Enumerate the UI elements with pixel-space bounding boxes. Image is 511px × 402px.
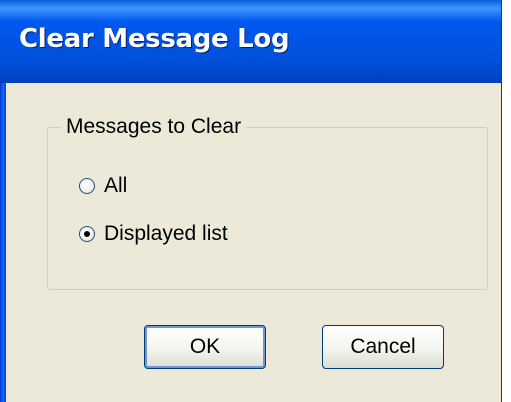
clear-message-log-dialog: Clear Message Log Messages to Clear All … bbox=[0, 0, 502, 402]
radio-selected-dot bbox=[84, 231, 90, 237]
radio-displayed-list-button[interactable] bbox=[79, 226, 95, 242]
group-label: Messages to Clear bbox=[61, 115, 247, 139]
radio-all-button[interactable] bbox=[79, 178, 95, 194]
title-bar[interactable]: Clear Message Log bbox=[0, 0, 501, 83]
radio-option-displayed-list[interactable]: Displayed list bbox=[79, 220, 228, 248]
cancel-button[interactable]: Cancel bbox=[322, 325, 444, 369]
radio-option-all[interactable]: All bbox=[79, 172, 127, 200]
messages-to-clear-group: Messages to Clear bbox=[47, 115, 488, 290]
dialog-title: Clear Message Log bbox=[19, 24, 290, 54]
window-frame-left bbox=[0, 83, 6, 402]
ok-button[interactable]: OK bbox=[144, 325, 266, 369]
radio-all-label[interactable]: All bbox=[104, 174, 127, 198]
radio-displayed-list-label[interactable]: Displayed list bbox=[104, 222, 228, 246]
